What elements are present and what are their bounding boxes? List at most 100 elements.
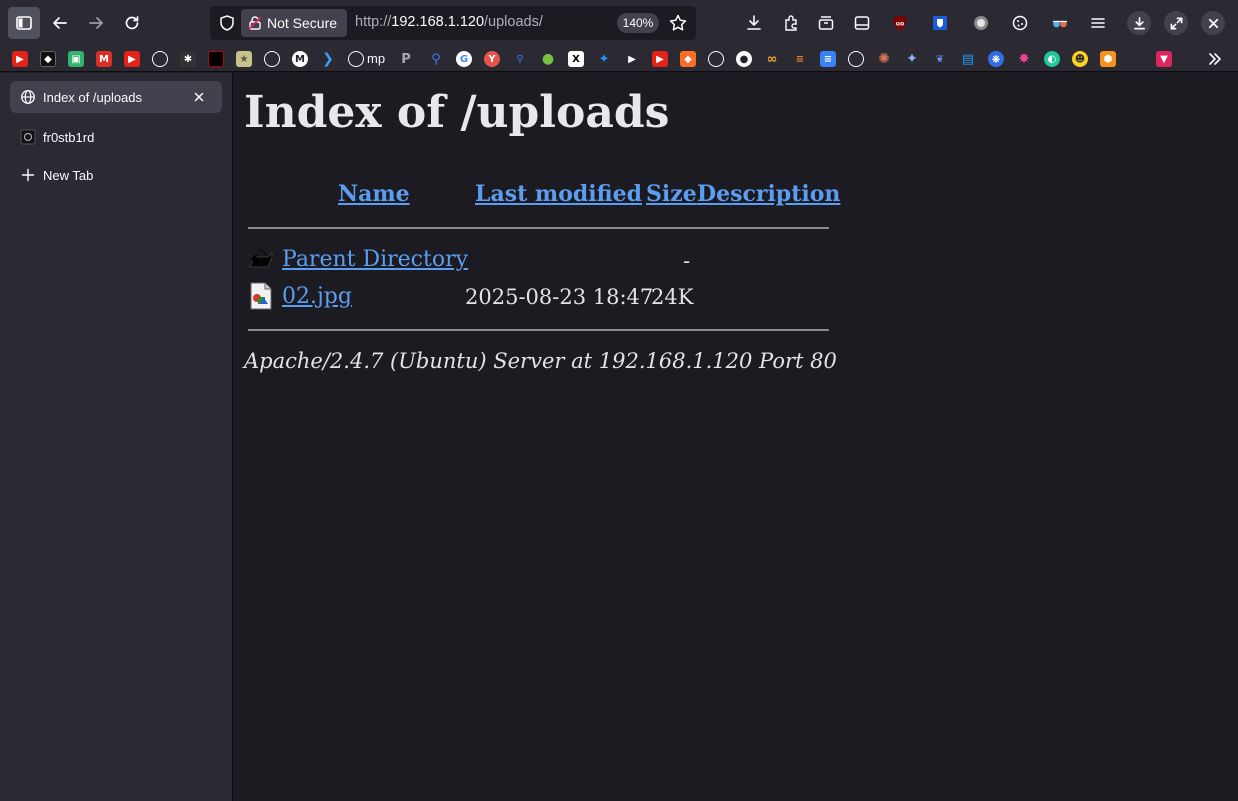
colorful-icon[interactable]: ✸ <box>1016 51 1032 67</box>
cookie-icon[interactable] <box>1009 12 1031 34</box>
divider <box>248 227 829 229</box>
x-icon[interactable]: X <box>568 51 584 67</box>
gitlab-icon[interactable]: ◆ <box>680 51 696 67</box>
docker-icon[interactable]: ▤ <box>960 51 976 67</box>
bookmarks-toolbar: ▶ ◆ ▣ M ▶ ✱ ★ M ❯ mp P ⚲ G Y ⚲ ● X ✦ ▶ ▶… <box>0 46 1238 72</box>
lock-broken-icon <box>248 16 262 30</box>
column-header-size[interactable]: Size <box>646 181 697 207</box>
menu-icon[interactable] <box>1087 12 1109 34</box>
globe-icon[interactable] <box>264 51 280 67</box>
not-secure-badge[interactable]: Not Secure <box>241 9 347 37</box>
server-signature: Apache/2.4.7 (Ubuntu) Server at 192.168.… <box>244 349 837 373</box>
new-tab-label: New Tab <box>43 167 94 183</box>
github-icon[interactable]: ● <box>736 51 752 67</box>
globe-icon[interactable] <box>348 51 364 67</box>
arrow-left-icon <box>53 17 67 29</box>
tab-index-of-uploads[interactable]: Index of /uploads <box>10 81 222 113</box>
globe-icon <box>21 90 35 104</box>
stackoverflow-icon[interactable]: ≡ <box>792 51 808 67</box>
container-icon[interactable] <box>815 12 837 34</box>
url-text[interactable]: http://192.168.1.120/uploads/ <box>355 14 543 30</box>
gmail-icon[interactable]: M <box>96 51 112 67</box>
p-icon[interactable]: P <box>398 51 414 67</box>
netflix-icon[interactable] <box>208 51 224 67</box>
youtube-icon[interactable]: ▶ <box>124 51 140 67</box>
vertical-tabs-sidebar: Index of /uploads fr0stb1rd New Tab <box>0 73 233 801</box>
m-icon[interactable]: M <box>292 51 308 67</box>
dark-reader-icon[interactable] <box>1049 12 1071 34</box>
reader-view-icon[interactable] <box>851 12 873 34</box>
download-button[interactable] <box>1127 11 1151 35</box>
url-prefix: http:// <box>355 14 392 30</box>
tab-fr0stb1rd[interactable]: fr0stb1rd <box>10 121 222 153</box>
size-cell: - <box>683 249 691 273</box>
back-button[interactable] <box>44 7 76 39</box>
reload-button[interactable] <box>116 7 148 39</box>
back-folder-icon <box>249 249 273 268</box>
infinity-icon[interactable]: ∞ <box>764 51 780 67</box>
image-file-icon <box>250 282 272 310</box>
sidebar-icon <box>16 16 32 30</box>
privacy-badger-icon[interactable] <box>970 12 992 34</box>
forward-button[interactable] <box>80 7 112 39</box>
divider <box>248 329 829 331</box>
puzzle-icon[interactable]: ▣ <box>68 51 84 67</box>
drop-icon[interactable]: ● <box>540 51 556 67</box>
plus-icon <box>21 168 35 182</box>
google-icon[interactable]: G <box>456 51 472 67</box>
shield-icon[interactable] <box>218 14 236 32</box>
file-link[interactable]: 02.jpg <box>282 284 352 309</box>
not-secure-label: Not Secure <box>267 15 338 31</box>
compass-icon[interactable]: ◐ <box>1044 51 1060 67</box>
svg-text:uo: uo <box>896 21 904 28</box>
parent-directory-link[interactable]: Parent Directory <box>282 247 468 272</box>
maximize-button[interactable] <box>1164 11 1188 35</box>
youtube-icon[interactable]: ▶ <box>12 51 28 67</box>
app-icon[interactable]: ◆ <box>40 51 56 67</box>
huggingface-icon[interactable]: ☻ <box>1072 51 1088 67</box>
sidebar-toggle-button[interactable] <box>8 7 40 39</box>
zoom-indicator[interactable]: 140% <box>617 13 659 33</box>
reload-icon <box>125 16 139 30</box>
search-icon[interactable]: ⚲ <box>428 51 444 67</box>
bookmark-star-icon[interactable] <box>668 13 688 33</box>
inbox-icon[interactable]: ▼ <box>1156 51 1172 67</box>
tab-label: fr0stb1rd <box>43 129 95 145</box>
close-icon <box>1208 18 1218 28</box>
url-bar[interactable]: Not Secure http://192.168.1.120/uploads/… <box>210 6 696 40</box>
star-icon[interactable]: ★ <box>236 51 252 67</box>
list-icon[interactable]: ≡ <box>820 51 836 67</box>
maximize-icon <box>1170 17 1182 29</box>
box-icon[interactable]: ⬢ <box>1100 51 1116 67</box>
openai-icon[interactable] <box>848 51 864 67</box>
arrow-icon[interactable]: ❯ <box>320 51 336 67</box>
sparkle-icon[interactable]: ✦ <box>904 51 920 67</box>
bird-icon[interactable]: ❦ <box>932 51 948 67</box>
new-tab-button[interactable]: New Tab <box>10 159 222 191</box>
globe-icon[interactable] <box>152 51 168 67</box>
downloads-icon[interactable] <box>743 12 765 34</box>
bitwarden-icon[interactable] <box>929 12 951 34</box>
chevron-double-right-icon[interactable] <box>1206 50 1224 68</box>
butterfly-icon[interactable]: ✦ <box>596 51 612 67</box>
bookmark-mp-label[interactable]: mp <box>367 51 385 66</box>
search-small-icon[interactable]: ⚲ <box>512 51 528 67</box>
sunburst-icon[interactable]: ✺ <box>876 51 892 67</box>
extensions-icon[interactable] <box>780 12 802 34</box>
column-header-description[interactable]: Description <box>697 181 840 207</box>
y-icon[interactable]: Y <box>484 51 500 67</box>
bug-icon[interactable]: ✱ <box>180 51 196 67</box>
modified-cell: 2025-08-23 18:47 <box>465 285 654 309</box>
column-header-last-modified[interactable]: Last modified <box>475 181 642 207</box>
column-header-name[interactable]: Name <box>338 181 410 207</box>
kubernetes-icon[interactable]: ⎈ <box>988 51 1004 67</box>
close-window-button[interactable] <box>1201 11 1225 35</box>
tab-label: Index of /uploads <box>43 89 143 105</box>
download-arrow-icon <box>1133 16 1145 29</box>
ublock-icon[interactable]: uo <box>889 12 911 34</box>
youtube-icon[interactable]: ▶ <box>652 51 668 67</box>
globe-icon[interactable] <box>708 51 724 67</box>
arrow-right-icon <box>89 17 103 29</box>
close-tab-icon[interactable] <box>191 89 207 105</box>
play-icon[interactable]: ▶ <box>624 51 640 67</box>
